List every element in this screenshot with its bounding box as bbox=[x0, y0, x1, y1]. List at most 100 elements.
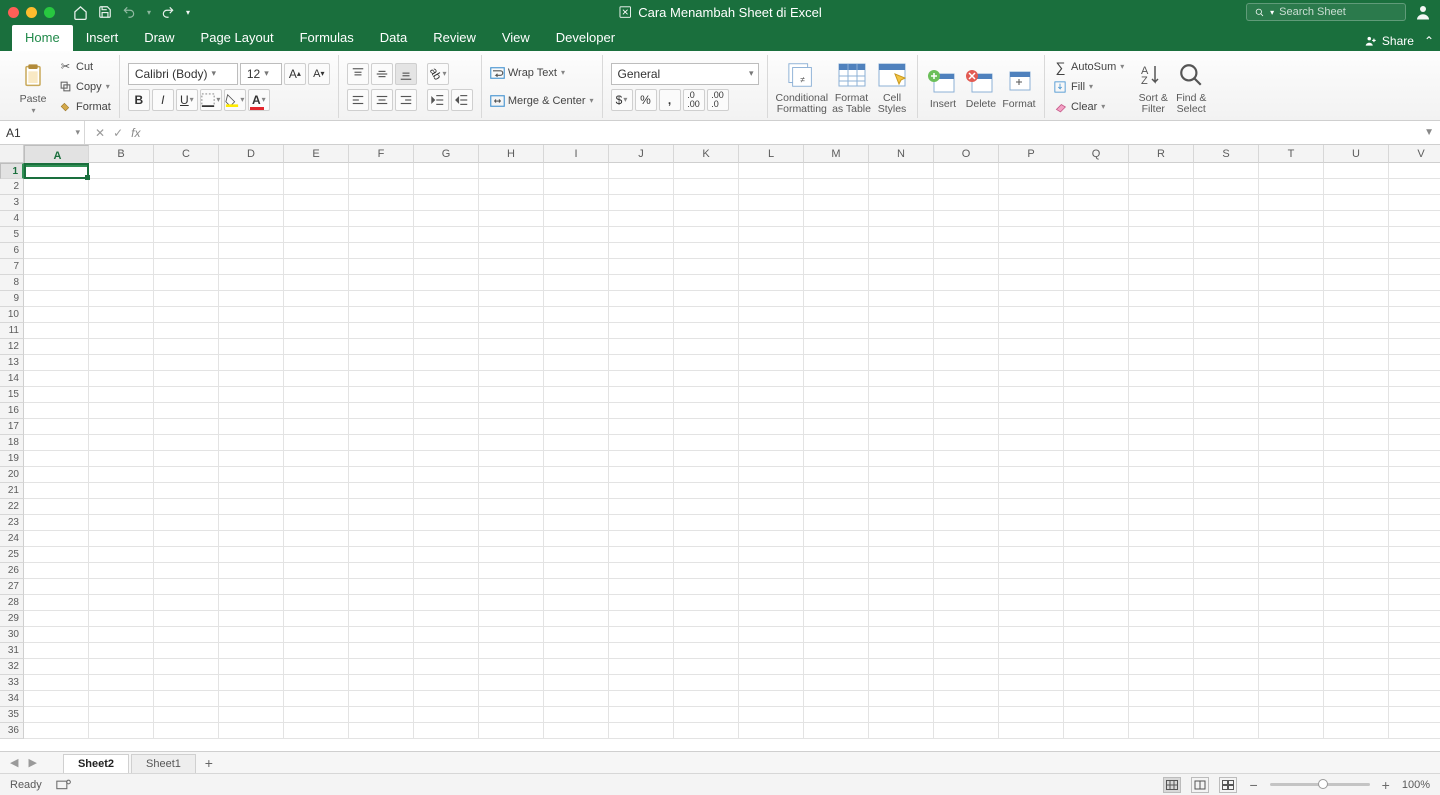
cell[interactable] bbox=[674, 355, 739, 371]
cell[interactable] bbox=[154, 675, 219, 691]
cell[interactable] bbox=[609, 691, 674, 707]
cell[interactable] bbox=[1324, 355, 1389, 371]
cell[interactable] bbox=[89, 179, 154, 195]
row-header-30[interactable]: 30 bbox=[0, 627, 24, 643]
cell[interactable] bbox=[414, 403, 479, 419]
cell[interactable] bbox=[154, 611, 219, 627]
cell[interactable] bbox=[89, 515, 154, 531]
cell[interactable] bbox=[739, 595, 804, 611]
cell[interactable] bbox=[219, 387, 284, 403]
select-all-corner[interactable] bbox=[0, 145, 24, 163]
col-header-K[interactable]: K bbox=[674, 145, 739, 163]
tab-developer[interactable]: Developer bbox=[543, 25, 628, 51]
cell[interactable] bbox=[219, 691, 284, 707]
col-header-R[interactable]: R bbox=[1129, 145, 1194, 163]
cell[interactable] bbox=[1194, 659, 1259, 675]
cell[interactable] bbox=[1064, 371, 1129, 387]
cell[interactable] bbox=[219, 243, 284, 259]
cell[interactable] bbox=[804, 403, 869, 419]
normal-view-button[interactable] bbox=[1163, 777, 1181, 793]
col-header-A[interactable]: A bbox=[24, 145, 89, 167]
cell[interactable] bbox=[284, 515, 349, 531]
cell[interactable] bbox=[674, 339, 739, 355]
cell[interactable] bbox=[1324, 339, 1389, 355]
cell[interactable] bbox=[1194, 595, 1259, 611]
cell[interactable] bbox=[414, 579, 479, 595]
cell[interactable] bbox=[1129, 611, 1194, 627]
cell[interactable] bbox=[804, 387, 869, 403]
cell[interactable] bbox=[414, 371, 479, 387]
cell[interactable] bbox=[284, 451, 349, 467]
cell[interactable] bbox=[219, 723, 284, 739]
cell[interactable] bbox=[89, 371, 154, 387]
cell[interactable] bbox=[154, 643, 219, 659]
cell[interactable] bbox=[154, 291, 219, 307]
cell[interactable] bbox=[414, 451, 479, 467]
cell[interactable] bbox=[739, 163, 804, 179]
cell[interactable] bbox=[24, 307, 89, 323]
cell[interactable] bbox=[1259, 483, 1324, 499]
cell[interactable] bbox=[24, 483, 89, 499]
merge-center-button[interactable]: Merge & Center▾ bbox=[490, 92, 594, 110]
cell[interactable] bbox=[1389, 339, 1440, 355]
cell[interactable] bbox=[1129, 515, 1194, 531]
cell[interactable] bbox=[219, 339, 284, 355]
col-header-N[interactable]: N bbox=[869, 145, 934, 163]
cell[interactable] bbox=[1259, 707, 1324, 723]
cell[interactable] bbox=[1259, 355, 1324, 371]
cell[interactable] bbox=[739, 675, 804, 691]
align-top-button[interactable] bbox=[347, 63, 369, 85]
cell-styles-button[interactable]: CellStyles bbox=[875, 58, 909, 115]
cell[interactable] bbox=[414, 259, 479, 275]
cell[interactable] bbox=[89, 483, 154, 499]
border-button[interactable]: ▾ bbox=[200, 89, 222, 111]
cell[interactable] bbox=[24, 435, 89, 451]
row-header-9[interactable]: 9 bbox=[0, 291, 24, 307]
cell[interactable] bbox=[1324, 291, 1389, 307]
cell[interactable] bbox=[674, 691, 739, 707]
cell[interactable] bbox=[1129, 723, 1194, 739]
cell[interactable] bbox=[1324, 403, 1389, 419]
cell[interactable] bbox=[1064, 467, 1129, 483]
comma-button[interactable]: , bbox=[659, 89, 681, 111]
cell[interactable] bbox=[999, 259, 1064, 275]
cell[interactable] bbox=[1324, 307, 1389, 323]
tab-page-layout[interactable]: Page Layout bbox=[188, 25, 287, 51]
cell[interactable] bbox=[999, 483, 1064, 499]
cell[interactable] bbox=[1259, 627, 1324, 643]
cell[interactable] bbox=[1064, 547, 1129, 563]
cell[interactable] bbox=[24, 579, 89, 595]
cell[interactable] bbox=[24, 547, 89, 563]
cell[interactable] bbox=[674, 547, 739, 563]
cell[interactable] bbox=[674, 579, 739, 595]
cell[interactable] bbox=[284, 163, 349, 179]
cell[interactable] bbox=[1259, 691, 1324, 707]
cell[interactable] bbox=[89, 435, 154, 451]
cell[interactable] bbox=[284, 435, 349, 451]
cell[interactable] bbox=[479, 643, 544, 659]
cell[interactable] bbox=[934, 611, 999, 627]
cell[interactable] bbox=[1064, 627, 1129, 643]
cell[interactable] bbox=[804, 355, 869, 371]
cell[interactable] bbox=[349, 243, 414, 259]
cell[interactable] bbox=[479, 659, 544, 675]
col-header-E[interactable]: E bbox=[284, 145, 349, 163]
cell[interactable] bbox=[1064, 339, 1129, 355]
add-sheet-button[interactable]: + bbox=[198, 754, 220, 772]
formula-input[interactable] bbox=[154, 121, 1440, 144]
cell[interactable] bbox=[349, 547, 414, 563]
undo-icon[interactable] bbox=[122, 5, 136, 19]
col-header-V[interactable]: V bbox=[1389, 145, 1440, 163]
cell[interactable] bbox=[1129, 451, 1194, 467]
delete-cells-button[interactable]: Delete bbox=[964, 64, 998, 110]
cell[interactable] bbox=[1064, 451, 1129, 467]
cell[interactable] bbox=[349, 691, 414, 707]
cell[interactable] bbox=[804, 467, 869, 483]
cell[interactable] bbox=[284, 387, 349, 403]
cell[interactable] bbox=[999, 643, 1064, 659]
search-dropdown-icon[interactable]: ▾ bbox=[1270, 8, 1274, 17]
wrap-text-button[interactable]: Wrap Text▾ bbox=[490, 64, 594, 82]
cell[interactable] bbox=[804, 275, 869, 291]
cell[interactable] bbox=[24, 371, 89, 387]
cell[interactable] bbox=[739, 435, 804, 451]
